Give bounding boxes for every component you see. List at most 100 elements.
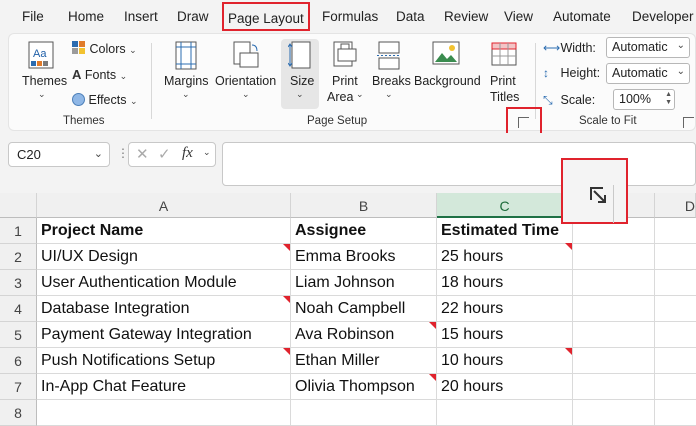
empty-cell[interactable]: [437, 400, 573, 426]
comment-indicator[interactable]: [283, 244, 290, 251]
table-cell[interactable]: 15 hours: [437, 322, 573, 348]
name-box[interactable]: C20 ⌄: [8, 142, 110, 167]
empty-cell[interactable]: [655, 218, 696, 244]
table-cell[interactable]: 20 hours: [437, 374, 573, 400]
orientation-button[interactable]: Orientation ⌄: [214, 39, 278, 105]
table-cell[interactable]: Payment Gateway Integration: [37, 322, 291, 348]
row-header[interactable]: 6: [0, 348, 37, 374]
table-cell[interactable]: Liam Johnson: [291, 270, 437, 296]
empty-cell[interactable]: [655, 374, 696, 400]
width-control: ⟷ Width:: [543, 41, 596, 55]
comment-indicator[interactable]: [429, 374, 436, 381]
tab-developer[interactable]: Developer: [632, 9, 694, 24]
chevron-down-icon: ⌄: [182, 89, 190, 99]
check-icon[interactable]: ✓: [158, 145, 171, 163]
background-button[interactable]: Background: [413, 39, 481, 101]
margins-label: Margins: [164, 74, 209, 88]
insert-function-icon[interactable]: fx: [182, 145, 193, 162]
table-cell[interactable]: Olivia Thompson: [291, 374, 437, 400]
table-cell[interactable]: Ava Robinson: [291, 322, 437, 348]
print-titles-label-1: Print: [490, 74, 516, 88]
header-cell-project-name[interactable]: Project Name: [37, 218, 291, 244]
name-box-value: C20: [17, 147, 41, 162]
tab-data[interactable]: Data: [396, 9, 425, 24]
row-header[interactable]: 2: [0, 244, 37, 270]
cell-text: 10 hours: [441, 352, 504, 369]
tab-home[interactable]: Home: [68, 9, 104, 24]
empty-cell[interactable]: [655, 322, 696, 348]
effects-button[interactable]: Effects ⌄: [72, 93, 138, 107]
spin-arrows-icon[interactable]: ▲ ▼: [665, 91, 672, 107]
print-titles-button[interactable]: Print Titles: [484, 39, 524, 109]
empty-cell[interactable]: [573, 244, 655, 270]
table-cell[interactable]: Noah Campbell: [291, 296, 437, 322]
tab-automate[interactable]: Automate: [553, 9, 611, 24]
tab-page-layout[interactable]: Page Layout: [222, 2, 310, 31]
row-header[interactable]: 7: [0, 374, 37, 400]
empty-cell[interactable]: [655, 244, 696, 270]
empty-cell[interactable]: [655, 348, 696, 374]
column-header-d[interactable]: D: [655, 193, 696, 218]
table-cell[interactable]: 22 hours: [437, 296, 573, 322]
height-icon: ↕: [543, 66, 549, 80]
select-all-corner[interactable]: [0, 193, 37, 218]
table-cell[interactable]: Ethan Miller: [291, 348, 437, 374]
chevron-down-icon: ⌄: [38, 89, 46, 99]
tab-formulas[interactable]: Formulas: [322, 9, 378, 24]
table-cell[interactable]: Emma Brooks: [291, 244, 437, 270]
breaks-button[interactable]: Breaks ⌄: [367, 39, 411, 109]
table-cell[interactable]: Database Integration: [37, 296, 291, 322]
comment-indicator[interactable]: [429, 322, 436, 329]
table-cell[interactable]: 25 hours: [437, 243, 573, 270]
tab-view[interactable]: View: [504, 9, 533, 24]
height-dropdown[interactable]: Automatic ⌄: [606, 63, 690, 84]
row-header[interactable]: 8: [0, 400, 37, 426]
table-cell[interactable]: User Authentication Module: [37, 270, 291, 296]
header-cell-assignee[interactable]: Assignee: [291, 218, 437, 244]
tab-draw[interactable]: Draw: [177, 9, 209, 24]
table-cell[interactable]: Push Notifications Setup: [37, 348, 291, 374]
comment-indicator[interactable]: [283, 296, 290, 303]
comment-indicator[interactable]: [565, 348, 572, 355]
empty-cell[interactable]: [655, 296, 696, 322]
column-header-a[interactable]: A: [37, 193, 291, 218]
scale-spinner[interactable]: 100% ▲ ▼: [613, 89, 675, 110]
empty-cell[interactable]: [573, 400, 655, 426]
size-button[interactable]: Size ⌄: [281, 39, 319, 109]
empty-cell[interactable]: [573, 270, 655, 296]
tab-review[interactable]: Review: [444, 9, 488, 24]
scale-to-fit-dialog-launcher[interactable]: [683, 117, 694, 128]
tab-file[interactable]: File: [22, 9, 44, 24]
table-cell[interactable]: In-App Chat Feature: [37, 374, 291, 400]
width-dropdown[interactable]: Automatic ⌄: [606, 37, 690, 58]
comment-indicator[interactable]: [565, 243, 572, 250]
comment-indicator[interactable]: [283, 348, 290, 355]
fonts-button[interactable]: A Fonts ⌄: [72, 67, 127, 82]
empty-cell[interactable]: [573, 322, 655, 348]
empty-cell[interactable]: [655, 270, 696, 296]
empty-cell[interactable]: [291, 400, 437, 426]
print-area-button[interactable]: Print Area ⌄: [324, 39, 364, 109]
cancel-icon[interactable]: ✕: [136, 145, 149, 163]
row-header[interactable]: 3: [0, 270, 37, 296]
column-header-c[interactable]: C: [437, 193, 573, 218]
table-cell[interactable]: 10 hours: [437, 348, 573, 374]
margins-button[interactable]: Margins ⌄: [160, 39, 212, 105]
column-header-b[interactable]: B: [291, 193, 437, 218]
scale-control: ⤡ Scale:: [543, 93, 595, 108]
header-cell-estimated-time[interactable]: Estimated Time: [437, 218, 573, 244]
tab-insert[interactable]: Insert: [124, 9, 158, 24]
row-header[interactable]: 5: [0, 322, 37, 348]
colors-button[interactable]: Colors ⌄: [72, 41, 137, 56]
empty-cell[interactable]: [573, 296, 655, 322]
empty-cell[interactable]: [37, 400, 291, 426]
empty-cell[interactable]: [655, 400, 696, 426]
themes-button[interactable]: Aa Themes ⌄: [18, 39, 67, 101]
table-cell[interactable]: 18 hours: [437, 270, 573, 296]
empty-cell[interactable]: [573, 374, 655, 400]
table-cell[interactable]: UI/UX Design: [37, 244, 291, 270]
row-header[interactable]: 1: [0, 218, 37, 244]
empty-cell[interactable]: [573, 348, 655, 374]
row-header[interactable]: 4: [0, 296, 37, 322]
chevron-down-icon: ⌄: [385, 89, 393, 99]
